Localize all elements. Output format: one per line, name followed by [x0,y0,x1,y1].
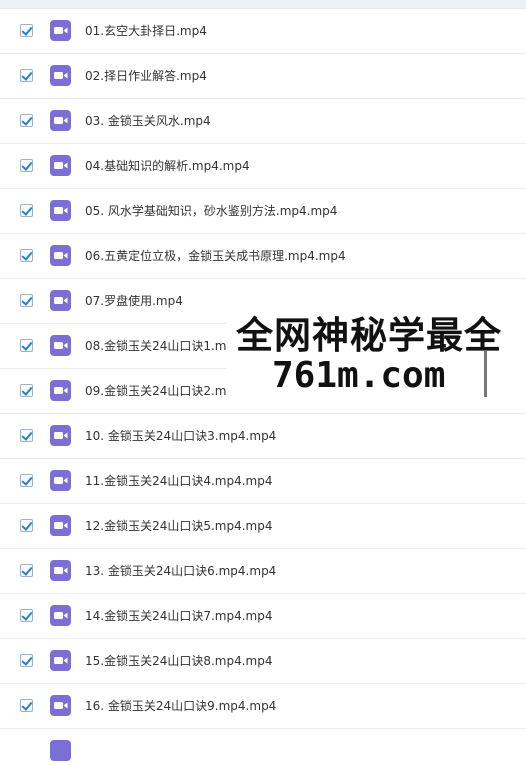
file-row[interactable]: 15.金锁玉关24山口诀8.mp4.mp4 [0,639,526,684]
file-checkbox[interactable] [20,519,33,532]
video-file-icon [50,200,71,221]
video-file-icon [50,695,71,716]
file-row[interactable]: 14.金锁玉关24山口诀7.mp4.mp4 [0,594,526,639]
file-row[interactable]: 10. 金锁玉关24山口诀3.mp4.mp4 [0,414,526,459]
video-file-icon [50,650,71,671]
file-checkbox[interactable] [20,609,33,622]
file-row[interactable]: 04.基础知识的解析.mp4.mp4 [0,144,526,189]
file-checkbox[interactable] [20,294,33,307]
file-checkbox[interactable] [20,699,33,712]
file-name[interactable]: 13. 金锁玉关24山口诀6.mp4.mp4 [85,562,276,580]
video-file-icon [50,290,71,311]
file-name[interactable]: 10. 金锁玉关24山口诀3.mp4.mp4 [85,427,276,445]
file-row[interactable]: 11.金锁玉关24山口诀4.mp4.mp4 [0,459,526,504]
file-name[interactable]: 02.择日作业解答.mp4 [85,67,207,85]
file-row[interactable]: 06.五黄定位立极，金锁玉关成书原理.mp4.mp4 [0,234,526,279]
video-file-icon [50,65,71,86]
video-file-icon [50,245,71,266]
file-name[interactable]: 15.金锁玉关24山口诀8.mp4.mp4 [85,652,273,670]
video-file-icon [50,335,71,356]
file-name[interactable]: 14.金锁玉关24山口诀7.mp4.mp4 [85,607,273,625]
file-row[interactable]: 02.择日作业解答.mp4 [0,54,526,99]
file-row-partial [0,729,526,761]
video-file-icon [50,155,71,176]
file-checkbox[interactable] [20,654,33,667]
video-file-icon [50,20,71,41]
video-file-icon [50,515,71,536]
video-file-icon [50,425,71,446]
file-name[interactable]: 01.玄空大卦择日.mp4 [85,22,207,40]
file-name[interactable]: 09.金锁玉关24山口诀2.mp4 [85,382,242,400]
file-checkbox[interactable] [20,249,33,262]
watermark-url: 761m.com [272,355,446,396]
file-checkbox[interactable] [20,159,33,172]
file-checkbox[interactable] [20,564,33,577]
list-header-strip [0,0,526,9]
file-checkbox[interactable] [20,69,33,82]
file-checkbox[interactable] [20,384,33,397]
file-checkbox[interactable] [20,429,33,442]
video-file-icon [50,605,71,626]
file-row[interactable]: 05. 风水学基础知识，砂水鉴别方法.mp4.mp4 [0,189,526,234]
text-cursor [484,351,487,397]
file-name[interactable]: 07.罗盘使用.mp4 [85,292,183,310]
watermark-overlay: 全网神秘学最全 761m.com [226,305,526,408]
file-row[interactable]: 16. 金锁玉关24山口诀9.mp4.mp4 [0,684,526,729]
file-checkbox[interactable] [20,24,33,37]
file-name[interactable]: 04.基础知识的解析.mp4.mp4 [85,157,250,175]
file-checkbox[interactable] [20,339,33,352]
file-row[interactable]: 03. 金锁玉关风水.mp4 [0,99,526,144]
file-checkbox[interactable] [20,204,33,217]
video-file-icon [50,110,71,131]
watermark-title: 全网神秘学最全 [236,314,502,357]
video-file-icon [50,740,71,761]
file-checkbox[interactable] [20,114,33,127]
file-name[interactable]: 08.金锁玉关24山口诀1.mp4 [85,337,242,355]
file-name[interactable]: 16. 金锁玉关24山口诀9.mp4.mp4 [85,697,276,715]
file-name[interactable]: 03. 金锁玉关风水.mp4 [85,112,211,130]
file-row[interactable]: 01.玄空大卦择日.mp4 [0,9,526,54]
video-file-icon [50,380,71,401]
file-name[interactable]: 05. 风水学基础知识，砂水鉴别方法.mp4.mp4 [85,202,337,220]
video-file-icon [50,470,71,491]
file-name[interactable]: 11.金锁玉关24山口诀4.mp4.mp4 [85,472,273,490]
video-file-icon [50,560,71,581]
file-row[interactable]: 13. 金锁玉关24山口诀6.mp4.mp4 [0,549,526,594]
file-name[interactable]: 12.金锁玉关24山口诀5.mp4.mp4 [85,517,273,535]
file-row[interactable]: 12.金锁玉关24山口诀5.mp4.mp4 [0,504,526,549]
file-name[interactable]: 06.五黄定位立极，金锁玉关成书原理.mp4.mp4 [85,247,346,265]
file-checkbox[interactable] [20,474,33,487]
